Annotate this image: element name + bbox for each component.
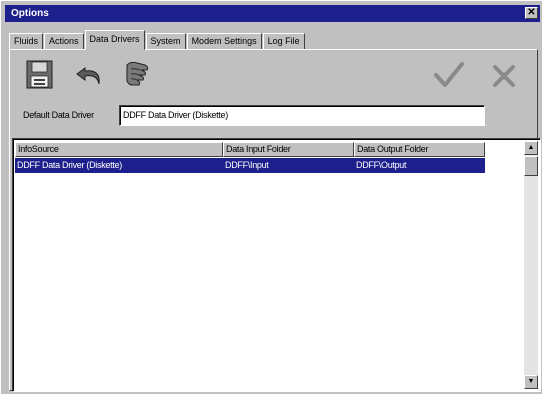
title-bar[interactable]: Options ✕ (5, 5, 540, 22)
close-icon: ✕ (527, 7, 536, 18)
column-header-data-input-folder[interactable]: Data Input Folder (223, 142, 354, 157)
column-header-infosource[interactable]: InfoSource (15, 142, 223, 157)
arrow-up-icon: ▲ (527, 144, 535, 151)
tab-actions[interactable]: Actions (44, 33, 84, 50)
arrow-down-icon: ▼ (527, 378, 535, 385)
undo-icon[interactable] (73, 59, 107, 93)
options-window: Options ✕ Fluids Actions Data Drivers Sy… (0, 0, 543, 395)
column-header-data-output-folder[interactable]: Data Output Folder (354, 142, 485, 157)
default-data-driver-field[interactable]: DDFF Data Driver (Diskette) (119, 105, 485, 126)
scroll-up-button[interactable]: ▲ (524, 141, 538, 155)
scroll-down-button[interactable]: ▼ (524, 375, 538, 389)
cancel-x-icon[interactable] (489, 61, 519, 91)
cell-infosource: DDFF Data Driver (Diskette) (17, 160, 122, 170)
cell-output-folder: DDFF\Output (356, 160, 407, 170)
tab-fluids[interactable]: Fluids (9, 33, 44, 50)
save-icon[interactable] (23, 58, 57, 92)
data-drivers-list[interactable]: InfoSource Data Input Folder Data Output… (12, 138, 541, 392)
scroll-thumb[interactable] (524, 156, 538, 176)
tab-modem-settings[interactable]: Modem Settings (186, 33, 262, 50)
table-row[interactable]: DDFF Data Driver (Diskette) DDFF\Input D… (15, 158, 485, 173)
close-button[interactable]: ✕ (525, 7, 538, 19)
tab-log-file[interactable]: Log File (262, 33, 305, 50)
tab-data-drivers[interactable]: Data Drivers (84, 30, 145, 50)
tab-strip: Fluids Actions Data Drivers System Modem… (9, 30, 306, 50)
default-data-driver-label: Default Data Driver (23, 110, 94, 120)
cell-input-folder: DDFF\Input (225, 160, 269, 170)
window-title: Options (11, 8, 49, 19)
vertical-scrollbar[interactable]: ▲ ▼ (524, 141, 538, 389)
tab-system[interactable]: System (145, 33, 186, 50)
checkmark-icon[interactable] (431, 59, 467, 91)
settings-hand-icon[interactable] (121, 57, 155, 91)
